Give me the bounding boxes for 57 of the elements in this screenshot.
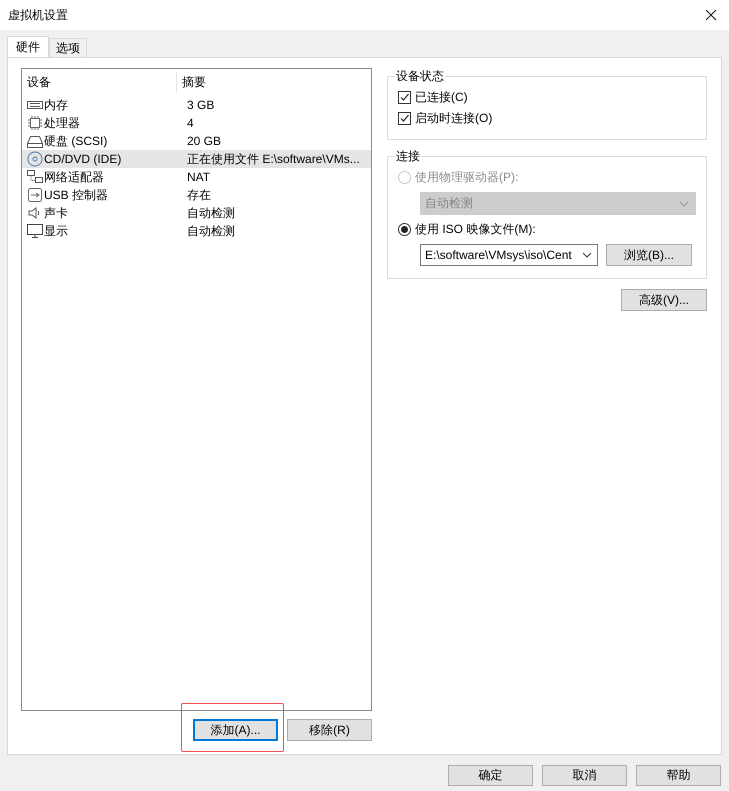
device-row[interactable]: 网络适配器 NAT: [22, 168, 371, 186]
tab[interactable]: 选项: [49, 38, 87, 57]
device-name: USB 控制器: [44, 186, 108, 204]
group-title: 设备状态: [395, 68, 445, 85]
device-row[interactable]: 硬盘 (SCSI) 20 GB: [22, 132, 371, 150]
device-summary: 3 GB: [186, 98, 216, 112]
device-name: CD/DVD (IDE): [44, 152, 122, 166]
device-name: 显示: [44, 222, 68, 240]
iso-path-combo[interactable]: E:\software\VMsys\iso\Cent: [420, 244, 598, 266]
column-header[interactable]: 设备: [22, 71, 177, 93]
device-summary: 正在使用文件 E:\software\VMs...: [186, 150, 361, 168]
network-icon: [27, 169, 43, 185]
checkbox-label: 已连接(C): [415, 89, 468, 106]
browse-button[interactable]: 浏览(B)...: [606, 244, 692, 266]
device-summary: 4: [186, 116, 195, 130]
help-button[interactable]: 帮助: [636, 765, 721, 786]
ok-button[interactable]: 确定: [448, 765, 533, 786]
radio-label: 使用 ISO 映像文件(M):: [415, 221, 536, 238]
add-button[interactable]: 添加(A)...: [193, 719, 278, 741]
disk-icon: [27, 133, 43, 149]
remove-button[interactable]: 移除(R): [287, 719, 372, 741]
cancel-button[interactable]: 取消: [542, 765, 627, 786]
device-name: 声卡: [44, 204, 68, 222]
chevron-down-icon: [582, 252, 592, 258]
device-row[interactable]: 显示 自动检测: [22, 222, 371, 240]
radio-button[interactable]: [398, 223, 411, 236]
device-row[interactable]: 处理器 4: [22, 114, 371, 132]
device-row[interactable]: 内存 3 GB: [22, 96, 371, 114]
device-name: 处理器: [44, 114, 80, 132]
radio-label: 使用物理驱动器(P):: [415, 169, 518, 186]
group-title: 连接: [395, 148, 421, 165]
tab[interactable]: 硬件: [7, 36, 49, 57]
device-row[interactable]: USB 控制器 存在: [22, 186, 371, 204]
device-row[interactable]: CD/DVD (IDE) 正在使用文件 E:\software\VMs...: [22, 150, 371, 168]
device-summary: 自动检测: [186, 222, 236, 240]
device-summary: NAT: [186, 170, 212, 184]
close-icon[interactable]: [705, 9, 717, 21]
device-row[interactable]: 声卡 自动检测: [22, 204, 371, 222]
device-name: 内存: [44, 96, 68, 114]
device-name: 网络适配器: [44, 168, 104, 186]
chevron-down-icon: [679, 200, 689, 206]
column-header[interactable]: 摘要: [177, 71, 371, 93]
checkbox[interactable]: [398, 91, 411, 104]
window-title: 虚拟机设置: [8, 6, 68, 24]
disc-icon: [27, 151, 43, 167]
dropdown-value: 自动检测: [425, 195, 473, 212]
advanced-button[interactable]: 高级(V)...: [621, 289, 707, 311]
device-summary: 20 GB: [186, 134, 222, 148]
chip-icon: [27, 115, 43, 131]
device-summary: 自动检测: [186, 204, 236, 222]
checkbox-label: 启动时连接(O): [415, 110, 492, 127]
iso-path-value: E:\software\VMsys\iso\Cent: [425, 248, 572, 262]
monitor-icon: [27, 223, 43, 239]
device-summary: 存在: [186, 186, 212, 204]
usb-icon: [27, 187, 43, 203]
device-name: 硬盘 (SCSI): [44, 132, 108, 150]
checkbox[interactable]: [398, 112, 411, 125]
